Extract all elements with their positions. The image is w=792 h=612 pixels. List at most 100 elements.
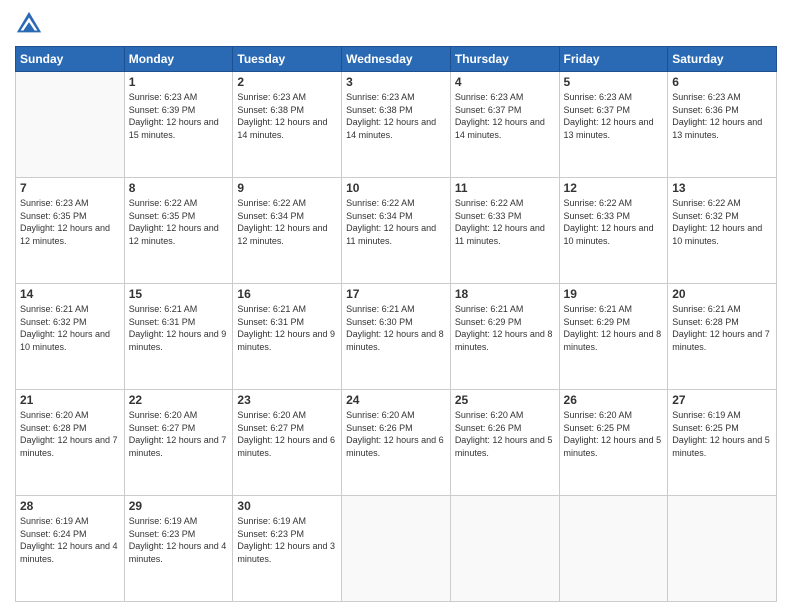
day-cell: 4 Sunrise: 6:23 AM Sunset: 6:37 PM Daylig…: [450, 72, 559, 178]
day-number: 15: [129, 287, 229, 301]
weekday-header-row: SundayMondayTuesdayWednesdayThursdayFrid…: [16, 47, 777, 72]
day-number: 8: [129, 181, 229, 195]
page: SundayMondayTuesdayWednesdayThursdayFrid…: [0, 0, 792, 612]
day-cell: [559, 496, 668, 602]
day-number: 14: [20, 287, 120, 301]
day-cell: 16 Sunrise: 6:21 AM Sunset: 6:31 PM Dayli…: [233, 284, 342, 390]
day-number: 29: [129, 499, 229, 513]
day-cell: 19 Sunrise: 6:21 AM Sunset: 6:29 PM Dayli…: [559, 284, 668, 390]
day-number: 19: [564, 287, 664, 301]
day-info: Sunrise: 6:21 AM Sunset: 6:30 PM Dayligh…: [346, 303, 446, 353]
day-info: Sunrise: 6:21 AM Sunset: 6:31 PM Dayligh…: [237, 303, 337, 353]
day-cell: 30Sunrise: 6:19 AM Sunset: 6:23 PM Dayli…: [233, 496, 342, 602]
day-number: 23: [237, 393, 337, 407]
day-cell: 8 Sunrise: 6:22 AM Sunset: 6:35 PM Daylig…: [124, 178, 233, 284]
day-cell: 5 Sunrise: 6:23 AM Sunset: 6:37 PM Daylig…: [559, 72, 668, 178]
day-cell: 9Sunrise: 6:22 AM Sunset: 6:34 PM Daylig…: [233, 178, 342, 284]
day-cell: 13 Sunrise: 6:22 AM Sunset: 6:32 PM Dayli…: [668, 178, 777, 284]
day-cell: 26 Sunrise: 6:20 AM Sunset: 6:25 PM Dayli…: [559, 390, 668, 496]
day-number: 7: [20, 181, 120, 195]
day-number: 4: [455, 75, 555, 89]
day-number: 18: [455, 287, 555, 301]
day-info: Sunrise: 6:19 AM Sunset: 6:25 PM Dayligh…: [672, 409, 772, 459]
day-info: Sunrise: 6:23 AM Sunset: 6:38 PM Dayligh…: [346, 91, 446, 141]
day-number: 20: [672, 287, 772, 301]
day-number: 17: [346, 287, 446, 301]
day-info: Sunrise: 6:23 AM Sunset: 6:37 PM Dayligh…: [564, 91, 664, 141]
day-info: Sunrise: 6:22 AM Sunset: 6:33 PM Dayligh…: [455, 197, 555, 247]
day-info: Sunrise: 6:19 AM Sunset: 6:23 PM Dayligh…: [129, 515, 229, 565]
day-info: Sunrise: 6:22 AM Sunset: 6:34 PM Dayligh…: [346, 197, 446, 247]
day-cell: 18 Sunrise: 6:21 AM Sunset: 6:29 PM Dayli…: [450, 284, 559, 390]
weekday-wednesday: Wednesday: [342, 47, 451, 72]
day-info: Sunrise: 6:21 AM Sunset: 6:28 PM Dayligh…: [672, 303, 772, 353]
day-number: 21: [20, 393, 120, 407]
day-info: Sunrise: 6:20 AM Sunset: 6:27 PM Dayligh…: [129, 409, 229, 459]
day-cell: 25 Sunrise: 6:20 AM Sunset: 6:26 PM Dayli…: [450, 390, 559, 496]
day-cell: 21Sunrise: 6:20 AM Sunset: 6:28 PM Dayli…: [16, 390, 125, 496]
day-cell: [342, 496, 451, 602]
calendar-body: 1 Sunrise: 6:23 AM Sunset: 6:39 PM Daylig…: [16, 72, 777, 602]
day-info: Sunrise: 6:22 AM Sunset: 6:34 PM Dayligh…: [237, 197, 337, 247]
day-info: Sunrise: 6:22 AM Sunset: 6:35 PM Dayligh…: [129, 197, 229, 247]
day-cell: 27 Sunrise: 6:19 AM Sunset: 6:25 PM Dayli…: [668, 390, 777, 496]
day-number: 10: [346, 181, 446, 195]
day-number: 27: [672, 393, 772, 407]
day-info: Sunrise: 6:19 AM Sunset: 6:24 PM Dayligh…: [20, 515, 120, 565]
day-number: 22: [129, 393, 229, 407]
week-row-2: 7Sunrise: 6:23 AM Sunset: 6:35 PM Daylig…: [16, 178, 777, 284]
week-row-3: 14 Sunrise: 6:21 AM Sunset: 6:32 PM Dayli…: [16, 284, 777, 390]
day-info: Sunrise: 6:20 AM Sunset: 6:26 PM Dayligh…: [346, 409, 446, 459]
week-row-1: 1 Sunrise: 6:23 AM Sunset: 6:39 PM Daylig…: [16, 72, 777, 178]
day-info: Sunrise: 6:21 AM Sunset: 6:32 PM Dayligh…: [20, 303, 120, 353]
day-cell: 17 Sunrise: 6:21 AM Sunset: 6:30 PM Dayli…: [342, 284, 451, 390]
day-cell: 14 Sunrise: 6:21 AM Sunset: 6:32 PM Dayli…: [16, 284, 125, 390]
day-cell: 20 Sunrise: 6:21 AM Sunset: 6:28 PM Dayli…: [668, 284, 777, 390]
day-cell: 1 Sunrise: 6:23 AM Sunset: 6:39 PM Daylig…: [124, 72, 233, 178]
day-cell: 2 Sunrise: 6:23 AM Sunset: 6:38 PM Daylig…: [233, 72, 342, 178]
day-cell: 10 Sunrise: 6:22 AM Sunset: 6:34 PM Dayli…: [342, 178, 451, 284]
day-cell: 11Sunrise: 6:22 AM Sunset: 6:33 PM Dayli…: [450, 178, 559, 284]
day-info: Sunrise: 6:23 AM Sunset: 6:37 PM Dayligh…: [455, 91, 555, 141]
day-cell: 7Sunrise: 6:23 AM Sunset: 6:35 PM Daylig…: [16, 178, 125, 284]
day-info: Sunrise: 6:23 AM Sunset: 6:38 PM Dayligh…: [237, 91, 337, 141]
day-number: 2: [237, 75, 337, 89]
day-cell: 23Sunrise: 6:20 AM Sunset: 6:27 PM Dayli…: [233, 390, 342, 496]
day-cell: [450, 496, 559, 602]
day-cell: 28 Sunrise: 6:19 AM Sunset: 6:24 PM Dayli…: [16, 496, 125, 602]
day-number: 3: [346, 75, 446, 89]
day-cell: 29 Sunrise: 6:19 AM Sunset: 6:23 PM Dayli…: [124, 496, 233, 602]
day-info: Sunrise: 6:20 AM Sunset: 6:26 PM Dayligh…: [455, 409, 555, 459]
day-info: Sunrise: 6:22 AM Sunset: 6:32 PM Dayligh…: [672, 197, 772, 247]
day-number: 1: [129, 75, 229, 89]
day-cell: [668, 496, 777, 602]
day-info: Sunrise: 6:21 AM Sunset: 6:31 PM Dayligh…: [129, 303, 229, 353]
weekday-tuesday: Tuesday: [233, 47, 342, 72]
day-info: Sunrise: 6:22 AM Sunset: 6:33 PM Dayligh…: [564, 197, 664, 247]
day-number: 12: [564, 181, 664, 195]
logo-icon: [15, 10, 43, 38]
day-number: 5: [564, 75, 664, 89]
day-info: Sunrise: 6:21 AM Sunset: 6:29 PM Dayligh…: [564, 303, 664, 353]
weekday-monday: Monday: [124, 47, 233, 72]
week-row-5: 28 Sunrise: 6:19 AM Sunset: 6:24 PM Dayli…: [16, 496, 777, 602]
day-number: 6: [672, 75, 772, 89]
weekday-thursday: Thursday: [450, 47, 559, 72]
day-info: Sunrise: 6:21 AM Sunset: 6:29 PM Dayligh…: [455, 303, 555, 353]
day-info: Sunrise: 6:23 AM Sunset: 6:39 PM Dayligh…: [129, 91, 229, 141]
day-info: Sunrise: 6:19 AM Sunset: 6:23 PM Dayligh…: [237, 515, 337, 565]
day-info: Sunrise: 6:23 AM Sunset: 6:36 PM Dayligh…: [672, 91, 772, 141]
day-number: 28: [20, 499, 120, 513]
day-number: 13: [672, 181, 772, 195]
day-cell: 15 Sunrise: 6:21 AM Sunset: 6:31 PM Dayli…: [124, 284, 233, 390]
day-info: Sunrise: 6:20 AM Sunset: 6:25 PM Dayligh…: [564, 409, 664, 459]
day-number: 25: [455, 393, 555, 407]
day-number: 26: [564, 393, 664, 407]
day-cell: 3 Sunrise: 6:23 AM Sunset: 6:38 PM Daylig…: [342, 72, 451, 178]
day-cell: 12 Sunrise: 6:22 AM Sunset: 6:33 PM Dayli…: [559, 178, 668, 284]
weekday-sunday: Sunday: [16, 47, 125, 72]
day-number: 16: [237, 287, 337, 301]
day-number: 24: [346, 393, 446, 407]
week-row-4: 21Sunrise: 6:20 AM Sunset: 6:28 PM Dayli…: [16, 390, 777, 496]
day-cell: 22 Sunrise: 6:20 AM Sunset: 6:27 PM Dayli…: [124, 390, 233, 496]
